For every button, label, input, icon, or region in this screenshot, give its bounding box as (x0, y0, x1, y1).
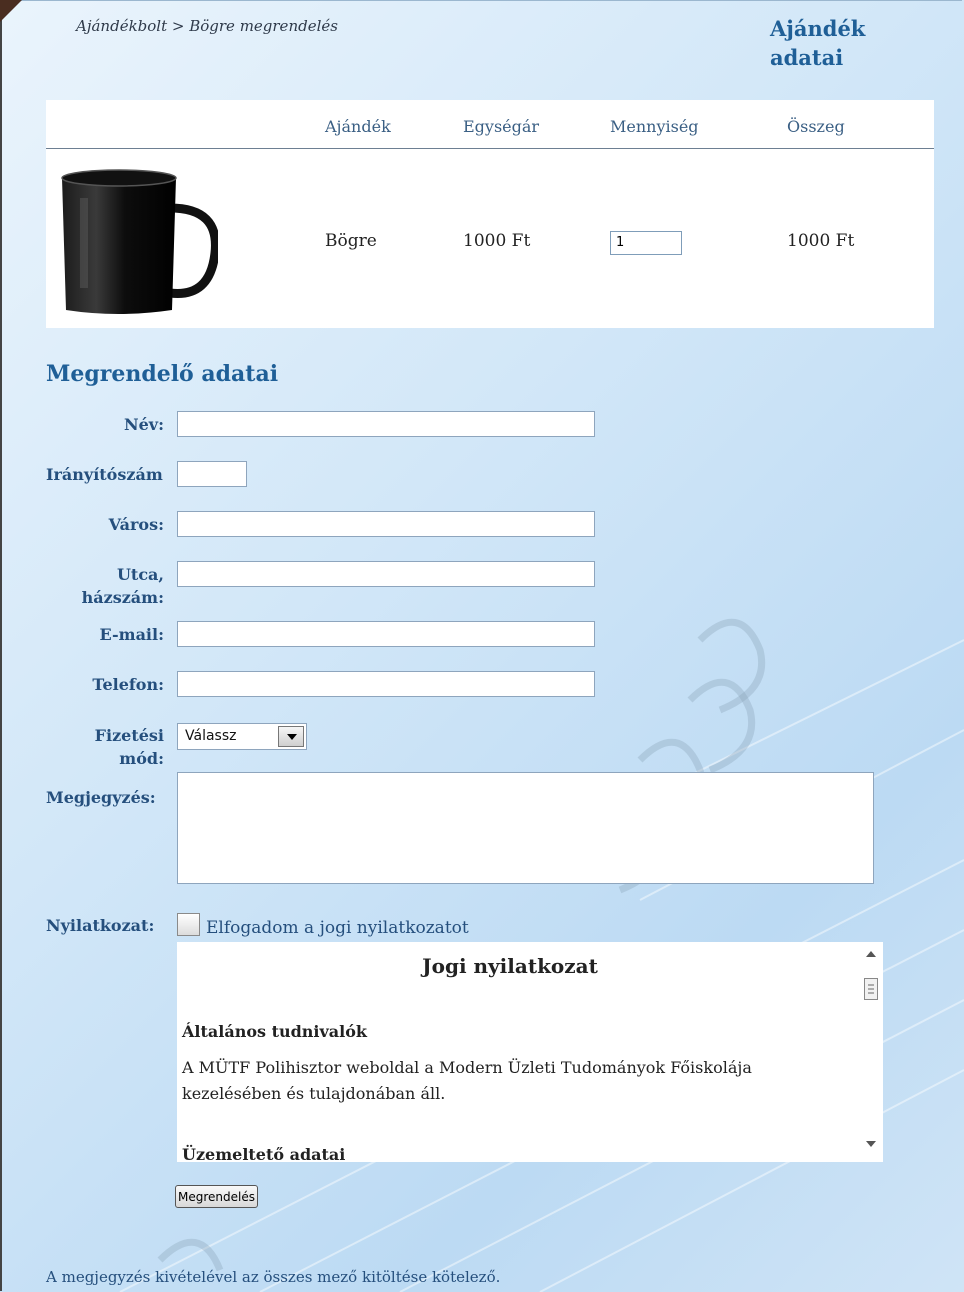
zip-input[interactable] (177, 461, 247, 487)
note-textarea[interactable] (177, 772, 874, 884)
header-unit-price: Egységár (463, 117, 540, 136)
phone-label: Telefon: (92, 675, 164, 694)
scroll-down-icon[interactable] (866, 1141, 876, 1147)
header-gift: Ajándék (325, 117, 391, 136)
quantity-input[interactable]: 1 (610, 231, 682, 255)
email-input[interactable] (177, 621, 595, 647)
customer-section-title: Megrendelő adatai (46, 361, 279, 387)
product-unit-price: 1000 Ft (463, 231, 531, 251)
phone-input[interactable] (177, 671, 595, 697)
name-label: Név: (123, 415, 164, 434)
breadcrumb: Ajándékbolt > Bögre megrendelés (76, 17, 338, 35)
legal-title: Jogi nyilatkozat (422, 954, 598, 978)
declaration-label: Nyilatkozat: (46, 916, 155, 935)
corner-decoration (0, 0, 22, 22)
city-input[interactable] (177, 511, 595, 537)
legal-scrollbar[interactable] (861, 942, 883, 1162)
scroll-thumb[interactable] (864, 978, 878, 1000)
street-input[interactable] (177, 561, 595, 587)
note-label: Megjegyzés: (46, 788, 156, 807)
order-submit-button[interactable]: Megrendelés (175, 1185, 258, 1208)
legal-section-general: Általános tudnivalók (182, 1022, 367, 1041)
required-fields-note: A megjegyzés kivételével az összes mező … (46, 1268, 501, 1286)
legal-section-operator: Üzemeltető adatai (182, 1145, 346, 1162)
accept-checkbox[interactable] (177, 913, 200, 936)
zip-label: Irányítószám (46, 465, 163, 484)
mug-image (61, 169, 218, 314)
payment-select[interactable]: Válassz (177, 723, 307, 750)
legal-statement-box: Jogi nyilatkozat Általános tudnivalók A … (177, 942, 883, 1162)
street-label: Utca, házszám: (81, 565, 164, 607)
table-header-divider (46, 148, 934, 149)
product-name: Bögre (325, 231, 377, 251)
accept-checkbox-label[interactable]: Elfogadom a jogi nyilatkozatot (206, 918, 469, 938)
chevron-down-icon[interactable] (278, 726, 304, 747)
product-total: 1000 Ft (787, 231, 855, 251)
header-total: Összeg (787, 117, 845, 136)
scroll-up-icon[interactable] (866, 951, 876, 957)
payment-label: Fizetési mód: (94, 726, 164, 768)
city-label: Város: (108, 515, 164, 534)
legal-section-general-text: A MÜTF Polihisztor weboldal a Modern Üzl… (182, 1058, 752, 1103)
name-input[interactable] (177, 411, 595, 437)
header-quantity: Mennyiség (610, 117, 699, 136)
email-label: E-mail: (99, 625, 165, 644)
product-table: Ajándék Egységár Mennyiség Összeg Bögre … (46, 100, 934, 328)
payment-selected-value: Válassz (185, 728, 237, 744)
page-title: Ajándék adatai (770, 16, 866, 70)
